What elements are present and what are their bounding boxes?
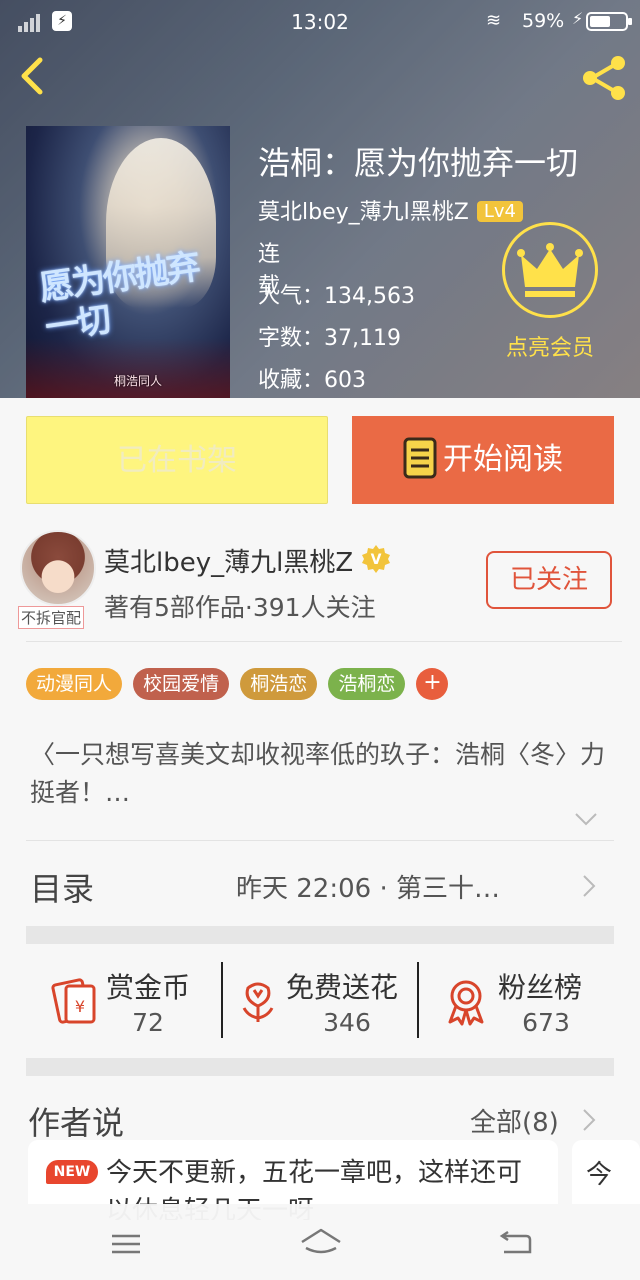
author-level-badge: Lv4 <box>476 201 523 222</box>
divider <box>221 962 223 1038</box>
author-row[interactable]: 不拆官配 莫北lbey_薄九l黑桃Z V 著有5部作品·391人关注 已关注 <box>0 526 640 642</box>
tag-chip[interactable]: 动漫同人 <box>26 668 123 700</box>
book-cover-image[interactable]: 愿为你抛弃一切 桐浩同人 <box>26 126 230 398</box>
stat-value: 346 <box>323 1008 371 1037</box>
share-button[interactable] <box>578 52 630 104</box>
avatar[interactable] <box>20 530 96 606</box>
tag-chip[interactable]: 浩桐恋 <box>328 668 406 700</box>
home-icon[interactable] <box>298 1226 344 1262</box>
svg-text:¥: ¥ <box>75 997 85 1016</box>
medal-icon <box>448 980 484 1026</box>
stat-value: 72 <box>132 1008 164 1037</box>
book-author-line[interactable]: 莫北lbey_薄九l黑桃Z Lv4 <box>258 194 523 226</box>
book-icon <box>403 437 437 478</box>
reward-coins-button[interactable]: ¥ 赏金币 72 <box>26 950 222 1054</box>
tag-list: 动漫同人 校园爱情 桐浩恋 浩桐恋 + <box>26 668 449 702</box>
book-author-name[interactable]: 莫北lbey_薄九l黑桃Z <box>258 200 469 225</box>
catalog-title: 目录 <box>30 870 95 908</box>
chevron-right-icon[interactable] <box>582 1108 596 1132</box>
send-flower-button[interactable]: 免费送花 346 <box>224 950 416 1054</box>
wifi-icon: ≋ <box>486 10 502 31</box>
author-name-text: 莫北lbey_薄九l黑桃Z <box>104 548 354 578</box>
share-icon <box>583 56 625 100</box>
verified-icon: V <box>362 545 391 573</box>
section-separator <box>26 1058 614 1076</box>
battery-percent: 59% <box>522 10 565 32</box>
vip-label: 点亮会员 <box>505 336 594 361</box>
section-separator <box>26 926 614 944</box>
system-nav-bar <box>0 1204 640 1280</box>
author-says-title: 作者说 <box>28 1104 125 1142</box>
tag-chip[interactable]: 校园爱情 <box>133 668 230 700</box>
divider <box>26 641 622 642</box>
vip-membership-button[interactable]: 点亮会员 <box>500 222 600 362</box>
charging-icon: ⚡ <box>572 9 584 28</box>
reward-stats-row: ¥ 赏金币 72 免费送花 346 粉丝榜 673 <box>26 950 614 1054</box>
author-post-text: 今 <box>586 1160 613 1190</box>
stat-value: 673 <box>522 1008 570 1037</box>
tag-chip[interactable]: 桐浩恋 <box>240 668 318 700</box>
back-nav-icon[interactable] <box>496 1226 536 1262</box>
book-title: 浩桐：愿为你抛弃一切 <box>258 144 579 182</box>
book-word-count: 字数：37,119 <box>258 326 401 351</box>
chevron-down-icon[interactable] <box>574 812 598 826</box>
battery-icon <box>586 12 632 31</box>
coin-envelope-icon: ¥ <box>51 978 96 1024</box>
flower-icon <box>242 982 274 1022</box>
status-bar: ⚡ 13:02 ≋ 59% ⚡ <box>0 0 640 44</box>
book-intro[interactable]: 〈一只想写喜美文却收视率低的玖子：浩桐〈冬〉力挺者！… <box>30 736 610 812</box>
on-shelf-button[interactable]: 已在书架 <box>26 416 328 504</box>
fan-ranking-button[interactable]: 粉丝榜 673 <box>420 950 614 1054</box>
crown-icon <box>502 222 598 318</box>
chevron-left-icon <box>21 57 43 95</box>
avatar-badge: 不拆官配 <box>18 606 85 629</box>
catalog-row[interactable]: 目录 昨天 22:06 · 第三十… <box>0 842 640 930</box>
divider <box>26 840 614 841</box>
stat-label: 赏金币 <box>106 971 191 1004</box>
author-meta: 著有5部作品·391人关注 <box>104 593 376 622</box>
chevron-right-icon <box>583 875 596 897</box>
new-badge: NEW <box>46 1160 98 1184</box>
stat-label: 免费送花 <box>286 971 399 1004</box>
catalog-latest-update: 昨天 22:06 · 第三十… <box>236 874 500 904</box>
view-all-link[interactable]: 全部(8) <box>470 1102 559 1139</box>
book-popularity: 人气：134,563 <box>258 284 415 309</box>
author-name[interactable]: 莫北lbey_薄九l黑桃Z V <box>104 542 391 579</box>
cover-tag: 桐浩同人 <box>114 374 163 388</box>
stat-label: 粉丝榜 <box>498 971 583 1004</box>
svg-text:V: V <box>371 552 382 568</box>
start-reading-button[interactable]: 开始阅读 <box>352 416 614 504</box>
book-favorites: 收藏：603 <box>258 368 366 393</box>
follow-button[interactable]: 已关注 <box>486 551 612 609</box>
back-button[interactable] <box>14 54 54 98</box>
menu-icon[interactable] <box>106 1226 146 1262</box>
start-reading-label: 开始阅读 <box>443 442 563 477</box>
add-tag-button[interactable]: + <box>416 668 449 700</box>
divider <box>417 962 419 1038</box>
